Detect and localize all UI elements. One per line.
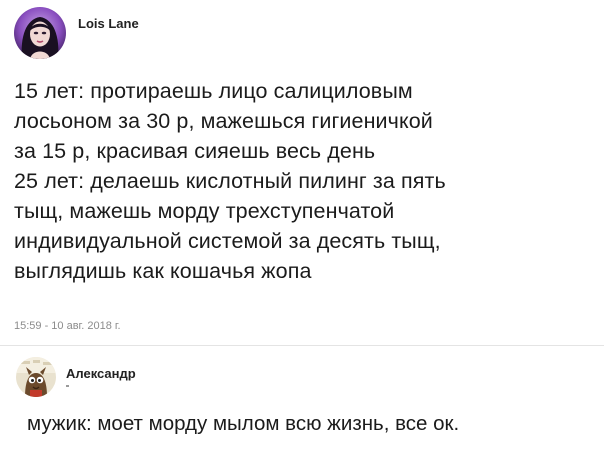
tweet-text-line: выглядишь как кошачья жопа <box>14 259 312 283</box>
commenter-subtext <box>66 385 69 387</box>
tweet-text-line: индивидуальной системой за десять тыщ, <box>14 229 441 253</box>
commenter-name[interactable]: Александр <box>66 366 136 381</box>
tweet-text-line: за 15 р, красивая сияешь весь день <box>14 139 376 163</box>
tweet-text: 15 лет: протираешь лицо салициловым лось… <box>14 76 594 286</box>
commenter-avatar[interactable] <box>16 357 56 397</box>
comment-text: мужик: моет морду мылом всю жизнь, все о… <box>27 412 460 435</box>
tweet-timestamp[interactable]: 15:59 - 10 авг. 2018 г. <box>14 320 121 332</box>
user-avatar-photo-icon <box>14 7 66 59</box>
user-avatar-cartoon-icon <box>16 357 56 397</box>
tweet-text-line: 25 лет: делаешь кислотный пилинг за пять <box>14 169 446 193</box>
author-name[interactable]: Lois Lane <box>78 16 139 31</box>
tweet-text-line: тыщ, мажешь морду трехступенчатой <box>14 199 395 223</box>
tweet-card: Lois Lane 15 лет: протираешь лицо салици… <box>0 0 604 344</box>
tweet-text-line: лосьоном за 30 р, мажешься гигиеничкой <box>14 109 433 133</box>
tweet-text-line: 15 лет: протираешь лицо салициловым <box>14 79 413 103</box>
divider <box>0 345 604 346</box>
avatar[interactable] <box>14 7 66 59</box>
